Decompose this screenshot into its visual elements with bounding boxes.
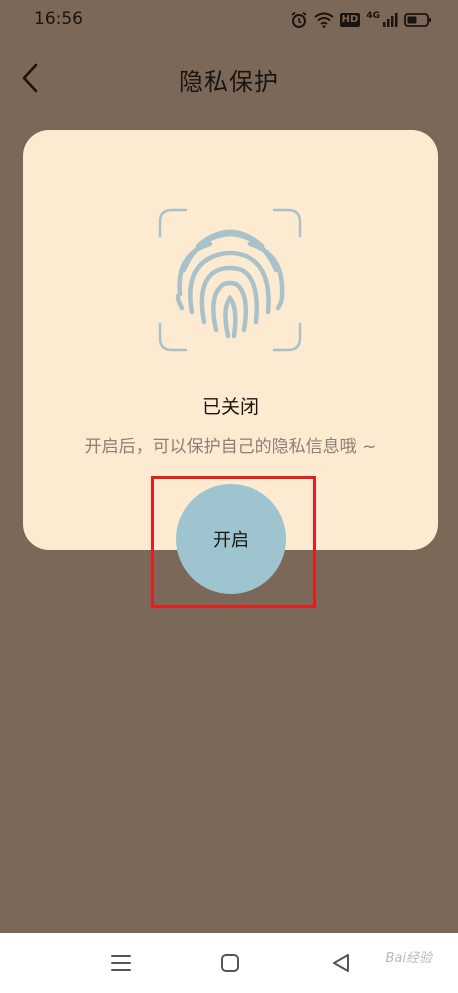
home-button[interactable] xyxy=(215,951,245,975)
status-bar: 16:56 HD 4G xyxy=(0,0,458,40)
description-text: 开启后，可以保护自己的隐私信息哦 ~ xyxy=(84,437,377,457)
watermark: Bai经验 xyxy=(385,951,433,966)
wifi-icon xyxy=(314,12,334,28)
alarm-icon xyxy=(291,11,307,28)
status-time: 16:56 xyxy=(34,9,83,29)
menu-button[interactable] xyxy=(106,951,136,975)
navigation-bar: Bai经验 xyxy=(0,933,458,993)
status-label: 已关闭 xyxy=(201,396,259,418)
fingerprint-icon xyxy=(158,208,302,352)
enable-button[interactable]: 开启 xyxy=(176,484,286,594)
header: 隐私保护 xyxy=(0,50,458,106)
signal-icon xyxy=(383,13,398,27)
network-label: 4G xyxy=(366,11,380,21)
nav-back-button[interactable] xyxy=(326,951,356,975)
home-icon xyxy=(221,954,239,972)
back-icon xyxy=(333,954,349,972)
menu-icon xyxy=(111,955,131,971)
status-icons: HD 4G xyxy=(290,10,432,30)
page-title: 隐私保护 xyxy=(179,68,279,96)
hd-icon: HD xyxy=(339,13,361,27)
battery-icon xyxy=(404,13,431,27)
